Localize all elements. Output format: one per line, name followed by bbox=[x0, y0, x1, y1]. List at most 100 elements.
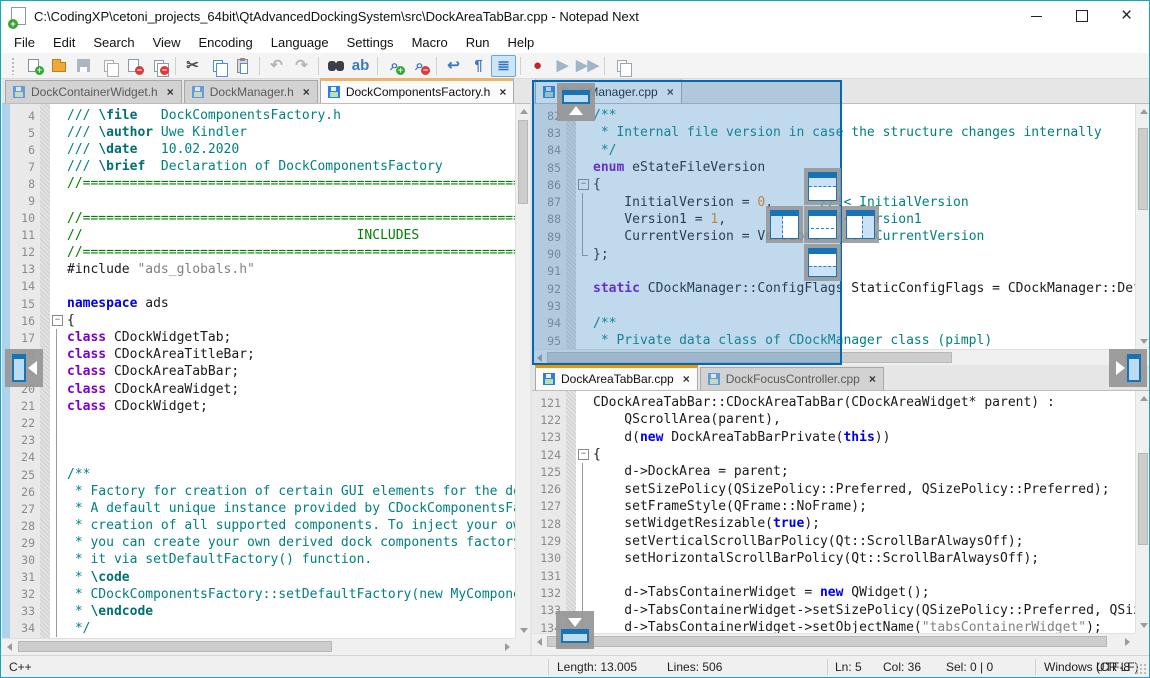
paste-button[interactable] bbox=[230, 55, 255, 77]
code-line-122: 122 QScrollArea(parent), bbox=[532, 411, 1135, 428]
play-macro-button[interactable]: ▶ bbox=[550, 55, 575, 77]
close-file-button[interactable]: − bbox=[121, 55, 146, 77]
scroll-up-arrow[interactable] bbox=[1140, 396, 1148, 401]
editor-dockareatabbar[interactable]: 121CDockAreaTabBar::CDockAreaTabBar(CDoc… bbox=[532, 391, 1135, 633]
code-line-7: 7/// \brief Declaration of DockComponent… bbox=[2, 158, 515, 175]
tab-close-icon[interactable]: × bbox=[303, 85, 310, 99]
scroll-down-arrow[interactable] bbox=[520, 628, 528, 633]
bottom-right-vertical-scrollbar[interactable] bbox=[1135, 391, 1150, 633]
scroll-left-arrow[interactable] bbox=[537, 638, 542, 646]
clone-document-button[interactable] bbox=[609, 55, 634, 77]
line-number: 128 bbox=[532, 517, 566, 531]
code-line-18: 18class CDockAreaTitleBar; bbox=[2, 346, 515, 363]
copy-button[interactable] bbox=[205, 55, 230, 77]
maximize-button[interactable] bbox=[1059, 1, 1104, 31]
zoom-out-button[interactable]: ⌕− bbox=[407, 55, 432, 77]
code-line-132: 132 d->TabsContainerWidget = new QWidget… bbox=[532, 584, 1135, 601]
scroll-down-arrow[interactable] bbox=[1140, 623, 1148, 628]
title-bar[interactable]: C:\CodingXP\cetoni_projects_64bit\QtAdva… bbox=[1, 1, 1149, 31]
tab-close-icon[interactable]: × bbox=[683, 372, 690, 386]
line-number: 127 bbox=[532, 499, 566, 513]
dock-edge-indicator-top[interactable] bbox=[557, 83, 595, 121]
save-file-button[interactable] bbox=[71, 55, 96, 77]
menu-encoding[interactable]: Encoding bbox=[190, 33, 262, 52]
zoom-in-button[interactable]: ⌕+ bbox=[382, 55, 407, 77]
editor-dockcomponentsfactory[interactable]: 4/// \file DockComponentsFactory.h5/// \… bbox=[2, 104, 515, 638]
menu-search[interactable]: Search bbox=[84, 33, 143, 52]
find-button[interactable] bbox=[323, 55, 348, 77]
tab-dockcomponentsfactory-h[interactable]: DockComponentsFactory.h× bbox=[320, 78, 515, 103]
menu-language[interactable]: Language bbox=[262, 33, 338, 52]
close-button[interactable] bbox=[1104, 1, 1149, 31]
scrollbar-thumb[interactable] bbox=[1138, 128, 1148, 210]
redo-button[interactable]: ↷ bbox=[289, 55, 314, 77]
line-number: 11 bbox=[10, 228, 40, 242]
menu-edit[interactable]: Edit bbox=[44, 33, 84, 52]
tab-close-icon[interactable]: × bbox=[869, 372, 876, 386]
scrollbar-thumb[interactable] bbox=[18, 641, 332, 652]
dock-edge-indicator-left[interactable] bbox=[5, 349, 43, 387]
code-line-12: 12//====================================… bbox=[2, 244, 515, 261]
save-state-icon bbox=[708, 373, 720, 385]
scrollbar-thumb[interactable] bbox=[1138, 453, 1148, 545]
bottom-right-horizontal-scrollbar[interactable] bbox=[532, 633, 1135, 649]
code-line-14: 14 bbox=[2, 278, 515, 295]
fold-marker[interactable] bbox=[50, 312, 64, 329]
tab-dockareatabbar-cpp[interactable]: DockAreaTabBar.cpp× bbox=[535, 365, 698, 390]
code-line-134: 134 d->TabsContainerWidget->setObjectNam… bbox=[532, 619, 1135, 633]
line-number: 31 bbox=[10, 570, 40, 584]
scroll-right-arrow[interactable] bbox=[1125, 638, 1130, 646]
top-right-vertical-scrollbar[interactable] bbox=[1135, 104, 1150, 349]
dock-indicator-right[interactable] bbox=[842, 206, 879, 243]
line-number: 124 bbox=[532, 448, 566, 462]
scrollbar-thumb[interactable] bbox=[547, 636, 1107, 647]
line-number: 29 bbox=[10, 536, 40, 550]
undo-button[interactable]: ↶ bbox=[264, 55, 289, 77]
code-line-126: 126 setSizePolicy(QSizePolicy::Preferred… bbox=[532, 480, 1135, 497]
menu-run[interactable]: Run bbox=[457, 33, 499, 52]
line-number: 16 bbox=[10, 314, 40, 328]
word-wrap-button[interactable]: ↩ bbox=[441, 55, 466, 77]
new-file-button[interactable]: + bbox=[21, 55, 46, 77]
record-macro-button[interactable]: ● bbox=[525, 55, 550, 77]
dock-edge-indicator-right[interactable] bbox=[1109, 349, 1147, 387]
left-vertical-scrollbar[interactable] bbox=[515, 104, 530, 638]
scroll-up-arrow[interactable] bbox=[520, 109, 528, 114]
close-all-button[interactable]: − bbox=[146, 55, 171, 77]
indentation-guides-button[interactable]: ≣ bbox=[491, 55, 516, 77]
scroll-down-arrow[interactable] bbox=[1140, 339, 1148, 344]
menu-view[interactable]: View bbox=[144, 33, 190, 52]
open-file-button[interactable] bbox=[46, 55, 71, 77]
tab-dockfocuscontroller-cpp[interactable]: DockFocusController.cpp× bbox=[700, 367, 884, 390]
dock-indicator-bottom[interactable] bbox=[804, 244, 841, 281]
tab-dockcontainerwidget-h[interactable]: DockContainerWidget.h× bbox=[5, 80, 182, 103]
dock-edge-indicator-bottom[interactable] bbox=[556, 611, 594, 649]
replace-button[interactable]: ab bbox=[348, 55, 373, 77]
scrollbar-thumb[interactable] bbox=[518, 120, 528, 204]
code-line-23: 23 bbox=[2, 432, 515, 449]
show-all-characters-button[interactable]: ¶ bbox=[466, 55, 491, 77]
minimize-button[interactable] bbox=[1014, 1, 1059, 31]
fold-marker[interactable] bbox=[576, 446, 590, 463]
scroll-right-arrow[interactable] bbox=[505, 643, 510, 651]
menu-help[interactable]: Help bbox=[499, 33, 544, 52]
run-macro-multiple-button[interactable]: ▶▶ bbox=[575, 55, 600, 77]
tab-close-icon[interactable]: × bbox=[499, 85, 506, 99]
dock-indicator-top[interactable] bbox=[804, 168, 841, 205]
code-line-124: 124{ bbox=[532, 446, 1135, 463]
menu-settings[interactable]: Settings bbox=[338, 33, 403, 52]
dock-indicator-left[interactable] bbox=[766, 206, 803, 243]
scroll-up-arrow[interactable] bbox=[1140, 109, 1148, 114]
scroll-left-arrow[interactable] bbox=[7, 643, 12, 651]
menu-macro[interactable]: Macro bbox=[403, 33, 457, 52]
code-line-125: 125 d->DockArea = parent; bbox=[532, 463, 1135, 480]
menu-file[interactable]: File bbox=[5, 33, 44, 52]
save-state-icon bbox=[543, 373, 555, 385]
tab-close-icon[interactable]: × bbox=[167, 85, 174, 99]
tab-dockmanager-h[interactable]: DockManager.h× bbox=[184, 80, 318, 103]
dock-indicator-center[interactable] bbox=[804, 206, 841, 243]
cut-button[interactable]: ✂ bbox=[180, 55, 205, 77]
resize-grip[interactable] bbox=[1135, 663, 1147, 675]
left-horizontal-scrollbar[interactable] bbox=[2, 638, 515, 654]
save-all-button[interactable] bbox=[96, 55, 121, 77]
